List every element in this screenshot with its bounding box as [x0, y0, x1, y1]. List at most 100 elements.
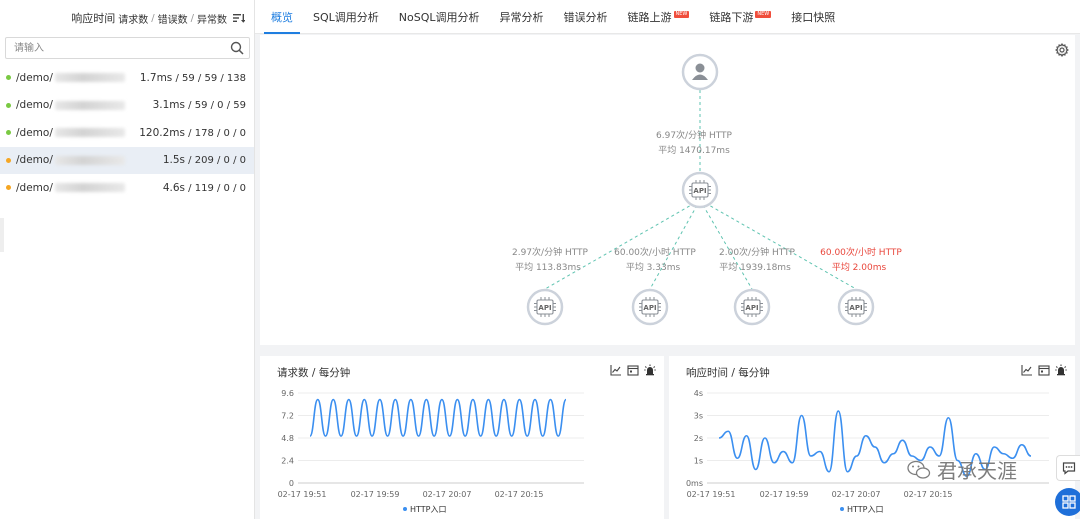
- response-time-panel: 响应时间 / 每分钟 0ms 1s 2s 3s 4s 02-17 19:51 02-17 1…: [669, 356, 1075, 519]
- child-avg: 平均 3.33ms: [626, 261, 681, 273]
- alarm-icon[interactable]: [1055, 364, 1067, 376]
- x-tick-label: 02-17 20:15: [495, 490, 544, 499]
- calendar-icon[interactable]: [1038, 364, 1050, 376]
- endpoint-stats: 1.7ms / 59 / 59 / 138: [140, 72, 246, 84]
- endpoint-row[interactable]: /demo/1.7ms / 59 / 59 / 138: [0, 64, 254, 92]
- tab-2[interactable]: NoSQL调用分析: [389, 0, 490, 34]
- endpoint-path: /demo/: [16, 154, 53, 167]
- endpoint-row[interactable]: /demo/3.1ms / 59 / 0 / 59: [0, 92, 254, 120]
- endpoint-row[interactable]: /demo/120.2ms / 178 / 0 / 0: [0, 119, 254, 147]
- request-count-panel: 请求数 / 每分钟 0 2.4 4.8 7.2 9.6 02-17 19:51 02-17 …: [260, 356, 664, 519]
- y-tick-label: 4.8: [281, 434, 294, 443]
- x-tick-label: 02-17 19:51: [278, 490, 327, 499]
- endpoint-response-time: 3.1ms: [152, 99, 185, 112]
- child-api-node-0[interactable]: API: [526, 288, 564, 326]
- status-dot: [6, 157, 11, 163]
- tab-0[interactable]: 概览: [261, 0, 303, 34]
- topology-graph: 6.97次/分钟 HTTP 平均 1470.17ms API 2.97次/分钟 HTT…: [512, 53, 902, 326]
- endpoint-response-time: 1.5s: [162, 154, 185, 167]
- y-tick-label: 0ms: [686, 479, 703, 488]
- sort-exception-count[interactable]: 异常数: [197, 11, 227, 26]
- y-tick-label: 0: [289, 479, 294, 488]
- child-api-node-2[interactable]: API: [733, 288, 771, 326]
- sort-error-count[interactable]: 错误数: [158, 11, 188, 26]
- endpoint-sidebar: 响应时间 请求数 / 错误数 / 异常数 /demo/1.7ms / 59 / …: [0, 0, 255, 519]
- calendar-icon[interactable]: [627, 364, 639, 376]
- request-count-chart: 0 2.4 4.8 7.2 9.6 02-17 19:51 02-17 19:59 02-17…: [278, 389, 584, 514]
- chart-title: 请求数 / 每分钟: [277, 367, 351, 379]
- endpoint-counts: / 59 / 59 / 138: [172, 72, 246, 84]
- tab-1[interactable]: SQL调用分析: [303, 0, 389, 34]
- sidebar-resize-handle[interactable]: [0, 218, 4, 252]
- alarm-icon[interactable]: [644, 364, 656, 376]
- endpoint-search-input[interactable]: [6, 39, 230, 57]
- chart-toolbar: [1021, 364, 1067, 376]
- search-icon[interactable]: [230, 41, 244, 55]
- sort-request-count[interactable]: 请求数: [118, 11, 148, 26]
- y-tick-label: 4s: [694, 389, 703, 398]
- line-chart-icon[interactable]: [610, 364, 622, 376]
- node-label: API: [849, 304, 862, 312]
- y-tick-label: 3s: [694, 412, 703, 421]
- apps-button[interactable]: [1055, 488, 1080, 516]
- legend-label: HTTP入口: [847, 505, 883, 514]
- tab-3[interactable]: 异常分析: [490, 0, 554, 34]
- endpoint-response-time: 120.2ms: [139, 126, 185, 139]
- new-badge: NEW: [673, 10, 690, 18]
- tab-label: 错误分析: [563, 11, 608, 24]
- tab-4[interactable]: 错误分析: [554, 0, 618, 34]
- chart-title: 响应时间 / 每分钟: [686, 367, 770, 379]
- center-api-node[interactable]: API: [681, 171, 719, 209]
- topology-panel: 6.97次/分钟 HTTP 平均 1470.17ms API 2.97次/分钟 HTT…: [260, 35, 1075, 345]
- endpoint-stats: 120.2ms / 178 / 0 / 0: [139, 127, 246, 139]
- node-label: API: [693, 187, 706, 195]
- edge-child-2: [699, 199, 753, 290]
- watermark: 君承天涯: [907, 455, 1017, 484]
- endpoint-counts: / 209 / 0 / 0: [185, 155, 246, 167]
- child-api-node-1[interactable]: API: [631, 288, 669, 326]
- redacted-path: [54, 128, 125, 138]
- y-tick-label: 9.6: [281, 389, 294, 398]
- watermark-text: 君承天涯: [937, 459, 1017, 483]
- incoming-rate: 6.97次/分钟 HTTP: [656, 129, 733, 141]
- status-dot: [6, 130, 11, 136]
- tab-label: 链路上游: [627, 11, 672, 24]
- edge-child-1: [649, 199, 701, 290]
- tab-label: 异常分析: [499, 11, 544, 24]
- redacted-path: [54, 155, 125, 165]
- sort-separator: /: [151, 12, 155, 24]
- root-user-node[interactable]: [681, 53, 719, 91]
- tab-label: 接口快照: [791, 11, 836, 24]
- status-dot: [6, 185, 11, 191]
- child-api-node-3[interactable]: API: [837, 288, 875, 326]
- tab-7[interactable]: 接口快照: [781, 0, 845, 34]
- tab-6[interactable]: 链路下游 NEW: [699, 0, 781, 34]
- x-tick-label: 02-17 19:59: [351, 490, 400, 499]
- redacted-path: [54, 100, 125, 110]
- x-tick-label: 02-17 19:59: [760, 490, 809, 499]
- tab-label: NoSQL调用分析: [398, 11, 480, 24]
- tab-label: 概览: [271, 11, 293, 24]
- sort-response-time[interactable]: 响应时间: [71, 10, 115, 26]
- status-dot: [6, 102, 11, 108]
- child-rate: 60.00次/小时 HTTP: [820, 246, 902, 258]
- new-badge: NEW: [755, 10, 772, 18]
- x-tick-label: 02-17 20:07: [423, 490, 472, 499]
- child-avg: 平均 2.00ms: [832, 261, 887, 273]
- feedback-button[interactable]: [1056, 455, 1080, 481]
- x-tick-label: 02-17 20:15: [904, 490, 953, 499]
- endpoint-list: /demo/1.7ms / 59 / 59 / 138/demo/3.1ms /…: [0, 64, 254, 202]
- endpoint-row[interactable]: /demo/4.6s / 119 / 0 / 0: [0, 174, 254, 202]
- endpoint-path: /demo/: [16, 181, 53, 194]
- endpoint-path: /demo/: [16, 71, 53, 84]
- endpoint-counts: / 59 / 0 / 59: [185, 100, 246, 112]
- endpoint-row[interactable]: /demo/1.5s / 209 / 0 / 0: [0, 146, 254, 174]
- tab-bar: 概览 SQL调用分析 NoSQL调用分析 异常分析 错误分析 链路上游 NEW 链路下游 NEW…: [255, 0, 1080, 34]
- line-chart-icon[interactable]: [1021, 364, 1033, 376]
- child-rate: 2.97次/分钟 HTTP: [512, 246, 589, 258]
- sort-order-icon[interactable]: [233, 13, 245, 23]
- edge-child-3: [699, 199, 857, 290]
- tab-5[interactable]: 链路上游 NEW: [618, 0, 700, 34]
- main-area: 概览 SQL调用分析 NoSQL调用分析 异常分析 错误分析 链路上游 NEW 链路下游 NEW…: [255, 0, 1080, 519]
- gear-icon[interactable]: [1055, 43, 1069, 57]
